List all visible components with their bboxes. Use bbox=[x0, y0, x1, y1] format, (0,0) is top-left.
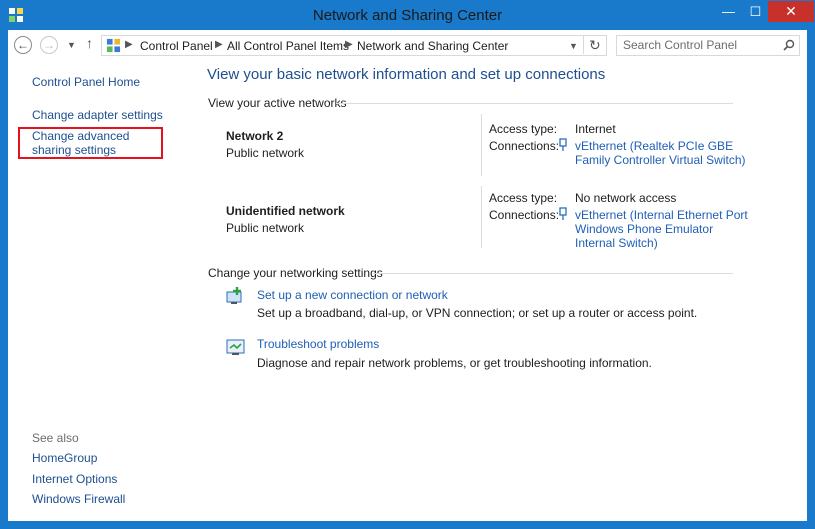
access-type-label: Access type: bbox=[489, 191, 558, 205]
new-connection-icon bbox=[226, 287, 242, 304]
connection-link[interactable]: Internal Switch) bbox=[575, 236, 658, 250]
control-panel-small-icon bbox=[106, 38, 121, 53]
control-panel-home-link[interactable]: Control Panel Home bbox=[32, 75, 140, 89]
forward-arrow-icon: → bbox=[43, 38, 55, 52]
connections-label: Connections: bbox=[489, 208, 560, 222]
close-button[interactable]: ✕ bbox=[768, 1, 814, 22]
window-frame: Network and Sharing Center — ☐ ✕ ← → ▼ ↑… bbox=[0, 0, 815, 529]
breadcrumb-control-panel[interactable]: Control Panel bbox=[140, 39, 213, 53]
section-divider bbox=[373, 273, 733, 274]
client-area: ← → ▼ ↑ ▶ Control Panel ▶ All Control Pa… bbox=[8, 30, 807, 521]
search-input[interactable] bbox=[623, 38, 773, 52]
address-toolbar: ← → ▼ ↑ ▶ Control Panel ▶ All Control Pa… bbox=[8, 30, 807, 62]
address-divider bbox=[583, 35, 584, 54]
up-arrow-icon: ↑ bbox=[86, 35, 93, 51]
address-dropdown-button[interactable]: ▼ bbox=[569, 41, 578, 51]
network-type: Public network bbox=[226, 146, 305, 160]
network-type: Public network bbox=[226, 221, 305, 235]
setup-connection-link[interactable]: Set up a new connection or network bbox=[257, 288, 448, 302]
homegroup-link[interactable]: HomeGroup bbox=[32, 451, 97, 465]
active-networks-label: View your active networks bbox=[208, 96, 347, 110]
breadcrumb-network-center[interactable]: Network and Sharing Center bbox=[357, 39, 508, 53]
access-type-label: Access type: bbox=[489, 122, 558, 136]
back-button[interactable]: ← bbox=[14, 36, 32, 54]
window-title: Network and Sharing Center bbox=[312, 7, 503, 24]
address-bar[interactable]: ▶ Control Panel ▶ All Control Panel Item… bbox=[101, 35, 607, 56]
minimize-button[interactable]: — bbox=[715, 1, 742, 22]
connection-link[interactable]: vEthernet (Internal Ethernet Port bbox=[575, 208, 748, 222]
up-button[interactable]: ↑ bbox=[86, 35, 93, 51]
section-divider bbox=[336, 103, 733, 104]
connection-link[interactable]: vEthernet (Realtek PCIe GBE bbox=[575, 139, 733, 153]
search-icon[interactable] bbox=[783, 39, 795, 51]
breadcrumb-separator[interactable]: ▶ bbox=[215, 39, 223, 50]
refresh-icon[interactable]: ↻ bbox=[589, 37, 601, 54]
ethernet-icon bbox=[559, 207, 567, 220]
ethernet-icon bbox=[559, 138, 567, 151]
see-also-label: See also bbox=[32, 431, 79, 445]
connections-label: Connections: bbox=[489, 139, 560, 153]
back-arrow-icon: ← bbox=[17, 38, 29, 52]
troubleshoot-icon bbox=[226, 339, 245, 355]
highlight-box bbox=[18, 127, 163, 159]
search-box[interactable] bbox=[616, 35, 800, 56]
network-divider bbox=[481, 186, 482, 248]
network-divider bbox=[481, 114, 482, 176]
title-bar[interactable]: Network and Sharing Center — ☐ ✕ bbox=[1, 1, 814, 30]
internet-options-link[interactable]: Internet Options bbox=[32, 472, 117, 486]
windows-firewall-link[interactable]: Windows Firewall bbox=[32, 492, 125, 506]
connection-link[interactable]: Windows Phone Emulator bbox=[575, 222, 713, 236]
forward-button[interactable]: → bbox=[40, 36, 58, 54]
breadcrumb-separator[interactable]: ▶ bbox=[345, 39, 353, 50]
network-name: Unidentified network bbox=[226, 204, 345, 218]
chevron-down-icon: ▼ bbox=[67, 40, 76, 50]
recent-locations-button[interactable]: ▼ bbox=[67, 40, 76, 50]
network-name: Network 2 bbox=[226, 129, 284, 143]
page-title: View your basic network information and … bbox=[207, 66, 606, 83]
setup-connection-description: Set up a broadband, dial-up, or VPN conn… bbox=[257, 306, 698, 320]
connection-link[interactable]: Family Controller Virtual Switch) bbox=[575, 153, 746, 167]
access-type-value: Internet bbox=[575, 122, 616, 136]
troubleshoot-link[interactable]: Troubleshoot problems bbox=[257, 337, 379, 351]
breadcrumb-all-items[interactable]: All Control Panel Items bbox=[227, 39, 349, 53]
networking-settings-label: Change your networking settings bbox=[208, 266, 383, 280]
access-type-value: No network access bbox=[575, 191, 677, 205]
change-adapter-settings-link[interactable]: Change adapter settings bbox=[32, 108, 163, 122]
maximize-button[interactable]: ☐ bbox=[742, 1, 769, 22]
troubleshoot-description: Diagnose and repair network problems, or… bbox=[257, 356, 652, 370]
breadcrumb-separator[interactable]: ▶ bbox=[125, 39, 133, 50]
